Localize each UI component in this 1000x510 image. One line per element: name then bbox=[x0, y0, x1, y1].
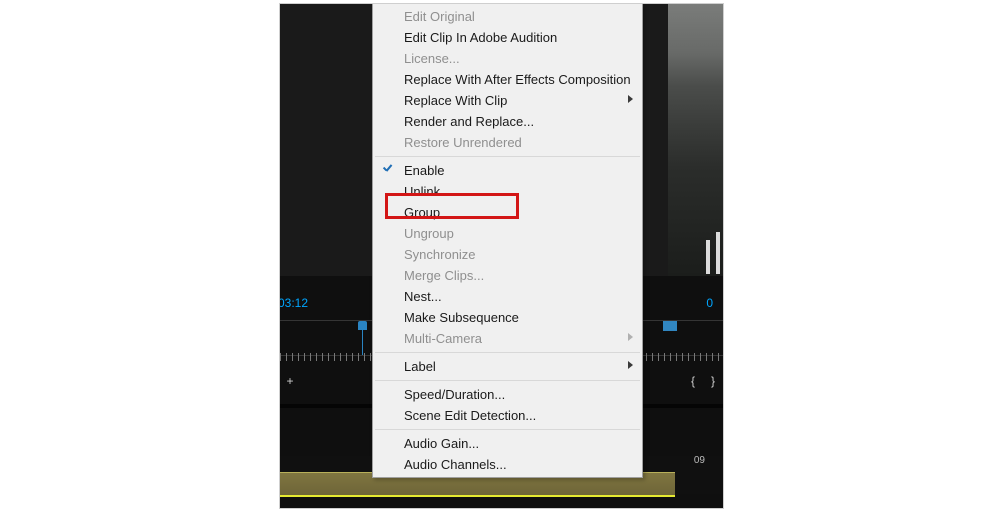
playhead-timecode[interactable]: 03:12 bbox=[279, 296, 308, 310]
menu-multi-camera-label: Multi-Camera bbox=[404, 331, 482, 346]
video-frame-content bbox=[668, 4, 723, 276]
menu-ungroup: Ungroup bbox=[374, 223, 641, 244]
mark-out-button[interactable]: } bbox=[703, 374, 723, 388]
menu-scene-edit-detection[interactable]: Scene Edit Detection... bbox=[374, 405, 641, 426]
menu-edit-original: Edit Original bbox=[374, 6, 641, 27]
menu-replace-with-ae-comp[interactable]: Replace With After Effects Composition bbox=[374, 69, 641, 90]
menu-merge-clips: Merge Clips... bbox=[374, 265, 641, 286]
menu-unlink[interactable]: Unlink bbox=[374, 181, 641, 202]
submenu-arrow-icon bbox=[628, 95, 633, 103]
menu-replace-with-clip-label: Replace With Clip bbox=[404, 93, 507, 108]
menu-replace-with-clip[interactable]: Replace With Clip bbox=[374, 90, 641, 111]
app-window: 03:12 0 + { } ut 09 Edit Original Edit C… bbox=[279, 3, 724, 509]
menu-separator bbox=[375, 156, 640, 157]
menu-label[interactable]: Label bbox=[374, 356, 641, 377]
add-marker-button[interactable]: + bbox=[280, 374, 300, 388]
out-point-marker[interactable] bbox=[667, 321, 677, 331]
menu-restore-unrendered: Restore Unrendered bbox=[374, 132, 641, 153]
menu-separator bbox=[375, 352, 640, 353]
menu-audio-channels[interactable]: Audio Channels... bbox=[374, 454, 641, 475]
menu-enable-label: Enable bbox=[404, 163, 444, 178]
menu-make-subsequence[interactable]: Make Subsequence bbox=[374, 307, 641, 328]
menu-render-and-replace[interactable]: Render and Replace... bbox=[374, 111, 641, 132]
menu-edit-in-audition[interactable]: Edit Clip In Adobe Audition bbox=[374, 27, 641, 48]
menu-enable[interactable]: Enable bbox=[374, 160, 641, 181]
menu-separator bbox=[375, 380, 640, 381]
menu-multi-camera: Multi-Camera bbox=[374, 328, 641, 349]
submenu-arrow-icon bbox=[628, 361, 633, 369]
menu-group[interactable]: Group bbox=[374, 202, 641, 223]
mark-in-button[interactable]: { bbox=[683, 374, 703, 388]
menu-synchronize: Synchronize bbox=[374, 244, 641, 265]
checkmark-icon bbox=[383, 165, 393, 174]
menu-nest[interactable]: Nest... bbox=[374, 286, 641, 307]
timeline-ruler-label: 09 bbox=[694, 455, 705, 466]
menu-license: License... bbox=[374, 48, 641, 69]
menu-audio-gain[interactable]: Audio Gain... bbox=[374, 433, 641, 454]
menu-label-label: Label bbox=[404, 359, 436, 374]
menu-separator bbox=[375, 429, 640, 430]
submenu-arrow-icon bbox=[628, 333, 633, 341]
clip-context-menu: Edit Original Edit Clip In Adobe Auditio… bbox=[372, 3, 643, 478]
menu-speed-duration[interactable]: Speed/Duration... bbox=[374, 384, 641, 405]
mini-playhead[interactable] bbox=[358, 321, 367, 330]
duration-timecode[interactable]: 0 bbox=[706, 296, 713, 310]
